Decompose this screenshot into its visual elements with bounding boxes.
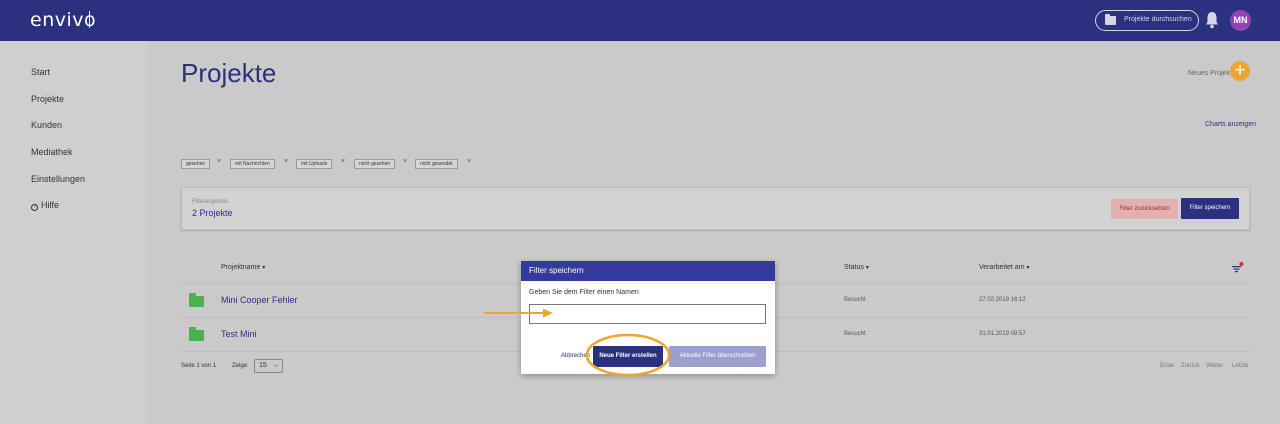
charts-link[interactable]: Charts anzeigen [1205,121,1256,128]
pagination-info: Seite 1 von 1 [181,363,217,369]
sidebar-item-einstellungen[interactable]: Einstellungen [31,174,85,184]
project-status: Besucht [844,297,866,303]
project-status: Besucht [844,331,866,337]
filter-result-panel [181,187,1250,230]
folder-icon [189,293,204,307]
logo-divider [89,11,90,28]
new-project-label[interactable]: Neues Projekt [1188,70,1232,77]
sidebar-item-start[interactable]: Start [31,67,50,77]
column-header-status[interactable]: Status ▾ [844,264,869,271]
column-label: Projektname [221,264,261,271]
close-icon[interactable]: × [284,158,288,165]
sidebar [0,41,147,424]
dialog-title: Filter speichern [521,261,775,281]
overwrite-filter-button[interactable]: Aktuelle Filter überschreiben [669,346,766,367]
sort-caret-icon: ▾ [1026,265,1030,271]
sort-caret-icon: ▾ [865,265,869,271]
create-filter-button[interactable]: Neue Filter erstellen [593,346,663,367]
column-header-projektname[interactable]: Projektname ▾ [221,264,265,271]
project-name-link[interactable]: Mini Cooper Fehler [221,295,298,305]
column-header-verarbeitet-am[interactable]: Verarbeitet am ▾ [979,264,1030,271]
filter-icon[interactable] [1231,262,1244,273]
project-date: 27.02.2019 16:12 [979,297,1026,303]
filter-name-input[interactable] [529,304,766,324]
filter-tag: mit Uploads [296,159,333,169]
project-date: 31.01.2019 09:57 [979,331,1026,337]
page-size-value: 15 [259,362,267,369]
close-icon[interactable]: × [217,158,221,165]
filter-tag: nicht gesehen [354,159,396,169]
close-icon[interactable]: × [467,158,471,165]
search-placeholder: Projekte durchsuchen [1124,16,1192,23]
page-size-label: Zeige: [232,363,249,369]
project-search-box[interactable]: Projekte durchsuchen [1095,10,1199,31]
page-size-select[interactable]: 15 ⌵ [254,359,283,373]
filter-name-label: Geben Sie dem Filter einen Namen [529,289,639,296]
sidebar-item-mediathek[interactable]: Mediathek [31,147,73,157]
sort-caret-icon: ▾ [262,265,266,271]
reset-filter-button[interactable]: Filter zurücksetzen [1111,199,1178,219]
filter-tag: nicht gesendet [415,159,458,169]
cancel-button[interactable]: Abbrechen [561,353,590,359]
sidebar-item-hilfe[interactable]: ? Hilfe [31,200,59,211]
column-label: Verarbeitet am [979,264,1025,271]
filter-result-count: 2 Projekte [192,208,233,218]
logo[interactable]: envivo [30,9,96,31]
avatar[interactable]: MN [1230,10,1251,31]
save-filter-dialog: Filter speichern Geben Sie dem Filter ei… [521,261,775,374]
save-filter-button[interactable]: Filter speichern [1181,198,1239,219]
project-name-link[interactable]: Test Mini [221,329,257,339]
sidebar-item-projekte[interactable]: Projekte [31,94,64,104]
sidebar-item-kunden[interactable]: Kunden [31,120,62,130]
close-icon[interactable]: × [341,158,345,165]
pager-next[interactable]: Weiter [1206,363,1223,369]
bell-icon[interactable] [1205,11,1219,29]
page-title: Projekte [181,58,277,88]
top-bar: envivo Projekte durchsuchen MN [0,0,1280,41]
sidebar-item-label: Hilfe [41,200,60,210]
pager-last[interactable]: Letzte [1232,363,1248,369]
help-icon: ? [31,204,38,211]
filter-tag: gesehen [181,159,211,169]
filter-tag: mit Nachrichten [230,159,275,169]
chevron-down-icon: ⌵ [273,362,279,369]
folder-icon [189,327,204,341]
close-icon[interactable]: × [403,158,407,165]
folder-icon [1105,14,1116,25]
column-label: Status [844,264,864,271]
pager-first[interactable]: Erste [1160,363,1174,369]
new-project-button[interactable]: + [1230,61,1250,81]
filter-result-caption: Filterergebnis [192,199,229,205]
pager-previous[interactable]: Zurück [1181,363,1199,369]
